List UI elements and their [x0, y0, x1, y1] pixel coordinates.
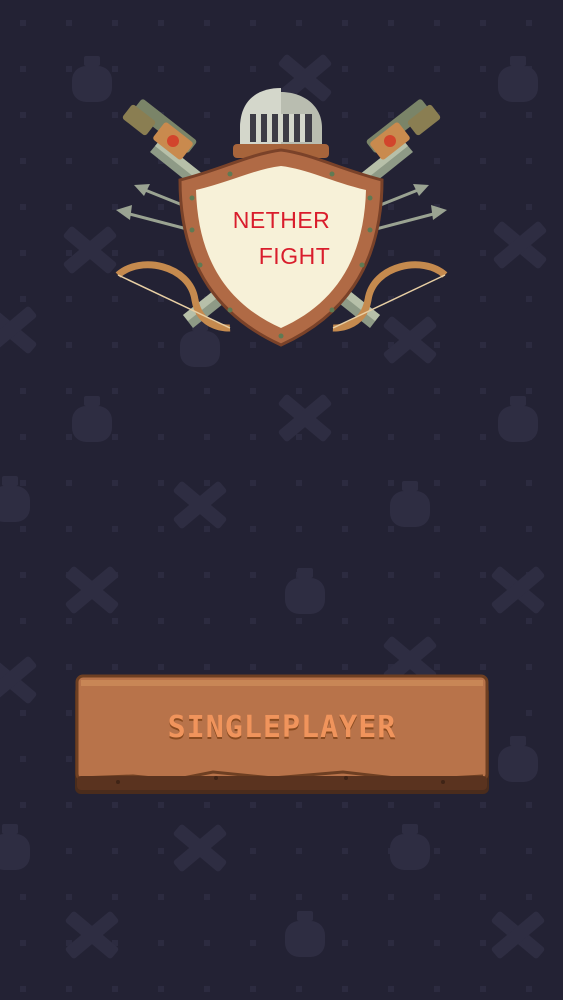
- logo-title-line1: NETHER: [232, 207, 331, 233]
- singleplayer-button[interactable]: SINGLEPLAYER: [73, 672, 491, 797]
- singleplayer-button-label: SINGLEPLAYER: [167, 710, 397, 745]
- knight-helmet-icon: [233, 88, 329, 158]
- logo-title-line2: FIGHT: [258, 243, 331, 269]
- game-logo-emblem: NETHER FIGHT: [100, 70, 463, 360]
